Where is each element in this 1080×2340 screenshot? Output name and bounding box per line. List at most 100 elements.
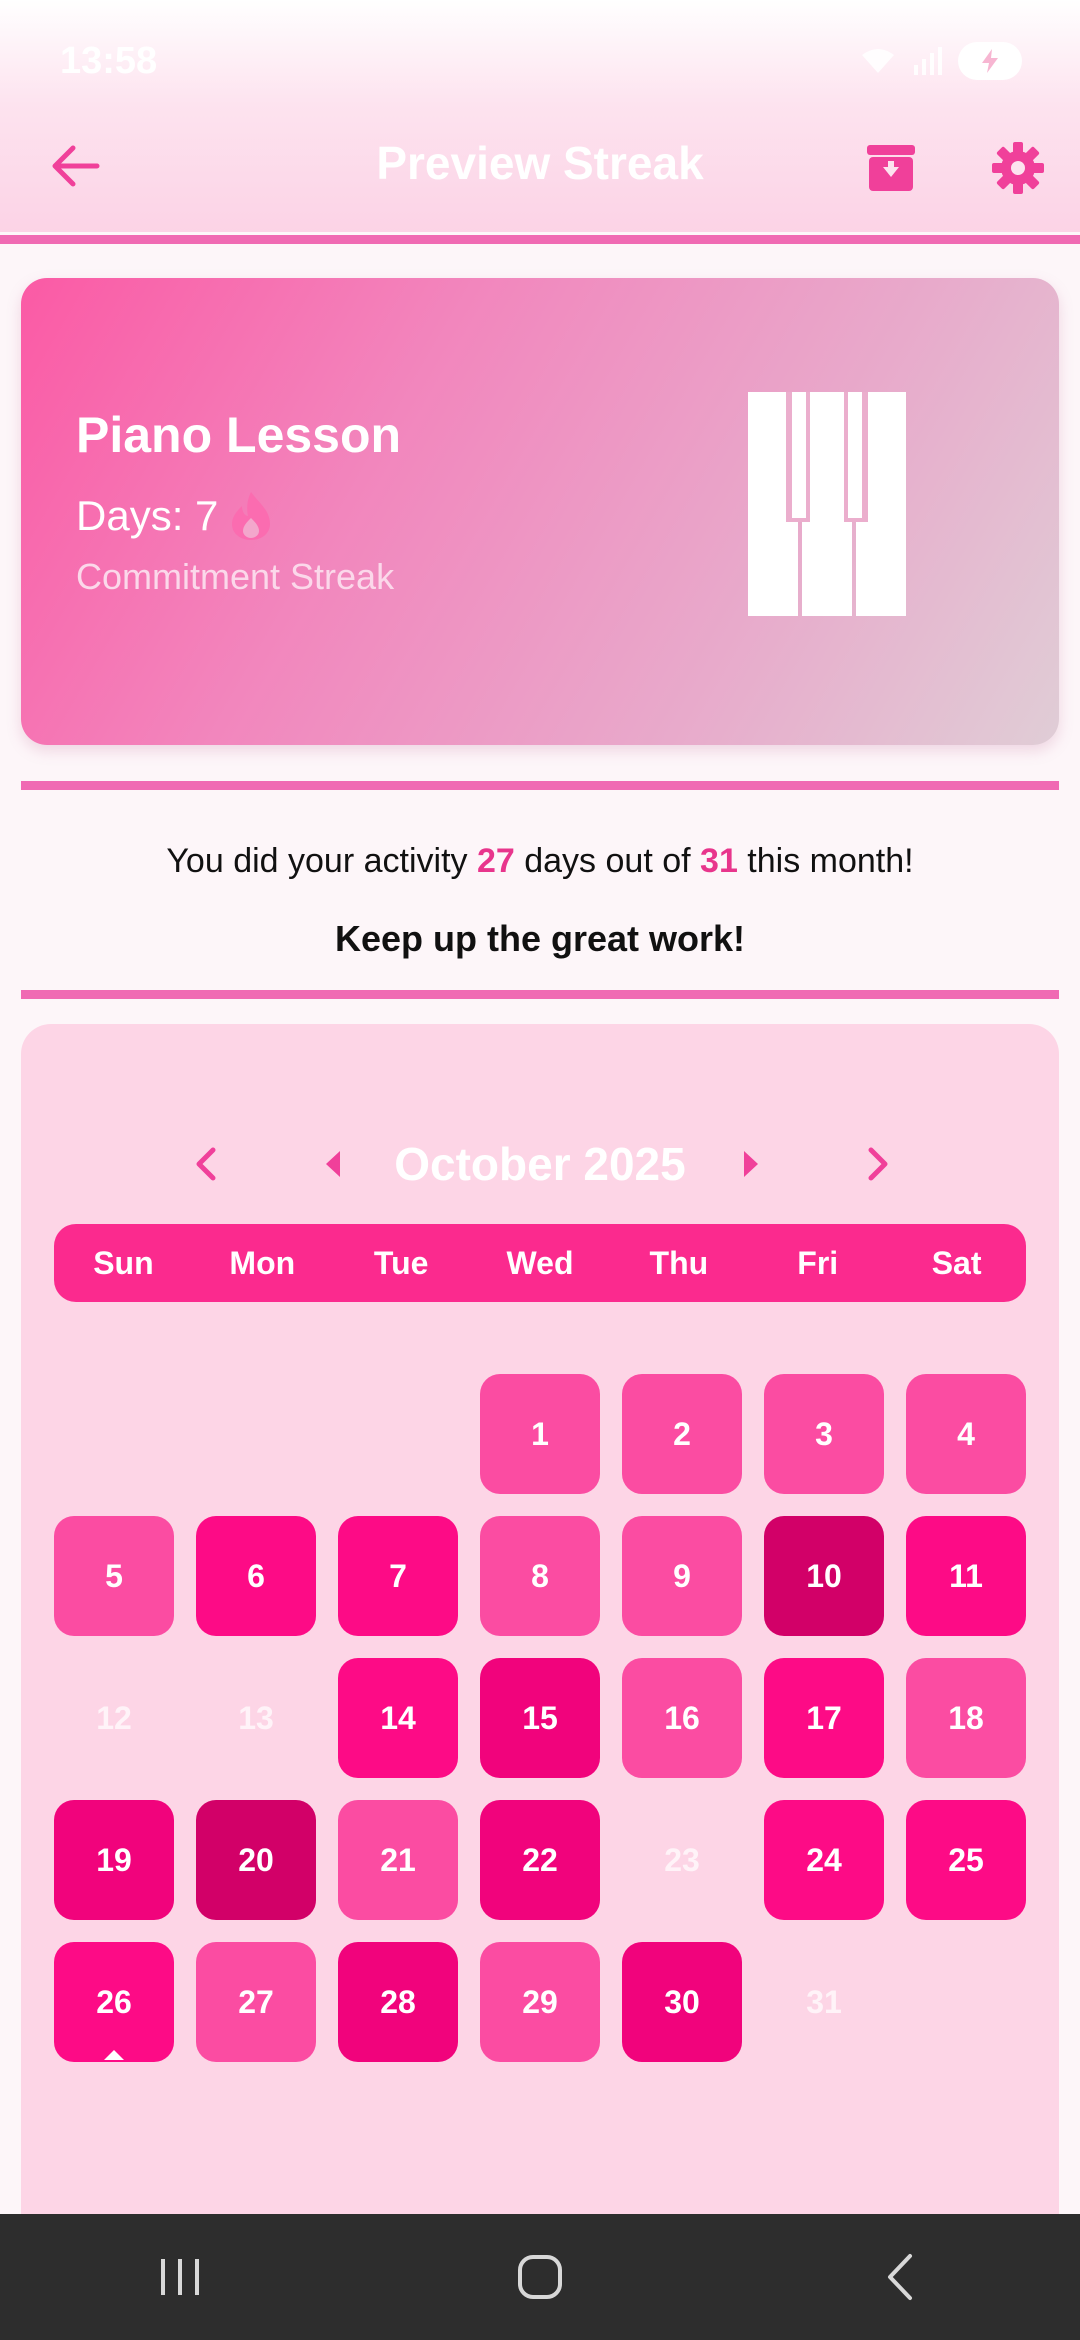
signal-icon [914,47,942,75]
month-label: October 2025 [394,1138,686,1190]
calendar-day-number: 19 [96,1841,132,1878]
calendar-day[interactable]: 19 [54,1800,174,1920]
calendar-day[interactable]: 31 [764,1942,884,2062]
calendar-day-number: 20 [238,1841,274,1878]
weekday-label: Mon [229,1244,296,1281]
summary-divider [21,990,1059,999]
calendar-day[interactable]: 23 [622,1800,742,1920]
calendar-day-number: 29 [522,1983,558,2020]
wifi-icon [862,49,894,73]
days-label: Days: 7 [76,492,219,539]
calendar-day[interactable]: 11 [906,1516,1026,1636]
back-nav-button[interactable] [840,2237,960,2317]
back-icon [888,2254,912,2300]
calendar-day-number: 12 [96,1699,132,1736]
calendar-day[interactable]: 1 [480,1374,600,1494]
card-divider [21,781,1059,790]
calendar-day[interactable]: 9 [622,1516,742,1636]
calendar-day-number: 5 [105,1557,123,1594]
calendar-day-number: 2 [673,1415,691,1452]
recents-icon [161,2259,199,2295]
calendar-day[interactable]: 3 [764,1374,884,1494]
calendar-day-number: 27 [238,1983,274,2020]
calendar-day[interactable]: 7 [338,1516,458,1636]
header-divider [0,235,1080,244]
calendar-day-number: 6 [247,1557,265,1594]
calendar-day[interactable]: 26 [54,1942,174,2062]
calendar-day-number: 30 [664,1983,700,2020]
calendar-day[interactable]: 12 [54,1658,174,1778]
calendar-day-number: 16 [664,1699,700,1736]
archive-button[interactable] [862,140,920,196]
calendar-day-number: 24 [806,1841,842,1878]
home-button[interactable] [480,2237,600,2317]
calendar-day[interactable]: 14 [338,1658,458,1778]
calendar-day-number: 28 [380,1983,416,2020]
calendar-day[interactable]: 25 [906,1800,1026,1920]
calendar-day[interactable]: 10 [764,1516,884,1636]
streak-days: Days: 7 [76,490,274,542]
calendar-day-number: 10 [806,1557,842,1594]
days-total-count: 31 [700,842,738,880]
calendar-day-number: 18 [948,1699,984,1736]
calendar-day-number: 7 [389,1557,407,1594]
calendar-day[interactable]: 8 [480,1516,600,1636]
system-nav-bar [0,2214,1080,2340]
calendar-day[interactable]: 2 [622,1374,742,1494]
weekday-label: Fri [797,1244,839,1281]
weekday-header: Sun Mon Tue Wed Thu Fri Sat [54,1224,1026,1302]
encouragement-text: Keep up the great work! [334,918,746,959]
calendar-day-number: 17 [806,1699,842,1736]
calendar-day[interactable]: 27 [196,1942,316,2062]
calendar-day-number: 15 [522,1699,558,1736]
calendar-day[interactable]: 18 [906,1658,1026,1778]
recents-button[interactable] [120,2237,240,2317]
archive-icon [867,145,915,191]
activity-title: Piano Lesson [76,407,402,463]
streak-card[interactable]: Piano Lesson Days: 7 Commitment Streak [21,278,1059,745]
calendar-day-number: 26 [96,1983,132,2020]
calendar-day-number: 11 [949,1557,983,1594]
calendar-day[interactable]: 17 [764,1658,884,1778]
piano-icon [748,392,906,616]
weekday-label: Tue [373,1244,429,1281]
gear-icon [992,142,1044,194]
settings-button[interactable] [988,138,1048,198]
calendar-day-number: 22 [522,1841,558,1878]
calendar-day[interactable]: 28 [338,1942,458,2062]
streak-type: Commitment Streak [76,556,395,597]
calendar-day[interactable]: 16 [622,1658,742,1778]
calendar-day[interactable]: 22 [480,1800,600,1920]
calendar-day[interactable]: 15 [480,1658,600,1778]
calendar-day-number: 14 [380,1699,416,1736]
calendar-day-number: 8 [531,1557,549,1594]
calendar-day-number: 1 [531,1415,549,1452]
weekday-label: Wed [506,1244,574,1281]
calendar-day-number: 23 [664,1841,700,1878]
calendar-day-number: 3 [815,1415,833,1452]
calendar-day[interactable]: 21 [338,1800,458,1920]
calendar-day-number: 13 [238,1699,274,1736]
calendar-day-number: 4 [957,1415,975,1452]
home-icon [518,2255,562,2299]
calendar-day-number: 21 [380,1841,416,1878]
calendar-day[interactable]: 6 [196,1516,316,1636]
calendar-day[interactable]: 13 [196,1658,316,1778]
calendar-day[interactable]: 20 [196,1800,316,1920]
calendar-card: October 2025 Sun Mon Tue Wed Thu Fri Sat… [21,1024,1059,2340]
monthly-summary: You did your activity 27 days out of 31 … [166,842,914,880]
calendar-day[interactable]: 5 [54,1516,174,1636]
calendar-day[interactable]: 24 [764,1800,884,1920]
status-icons [858,42,1022,80]
battery-icon [958,42,1022,80]
days-done-count: 27 [476,842,515,880]
calendar-day[interactable]: 29 [480,1942,600,2062]
calendar-day[interactable]: 30 [622,1942,742,2062]
top-app-bar: 13:58 Preview Streak [0,0,1080,232]
weekday-label: Sat [931,1244,982,1281]
weekday-label: Sun [93,1244,154,1281]
calendar-day[interactable]: 4 [906,1374,1026,1494]
weekday-label: Thu [649,1244,709,1281]
status-time: 13:58 [60,40,158,82]
calendar-day-number: 25 [948,1841,984,1878]
